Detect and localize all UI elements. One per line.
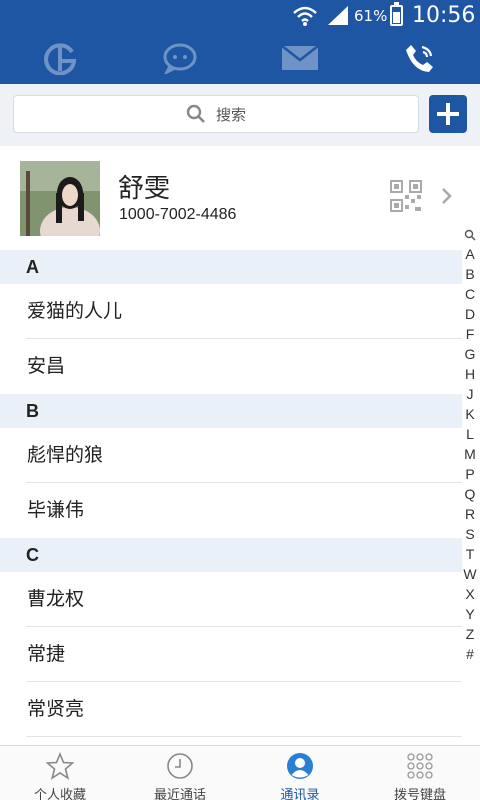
- alpha-index-letter[interactable]: T: [463, 544, 476, 564]
- clock-time: 10:56: [412, 3, 476, 28]
- tab-messages[interactable]: [120, 32, 240, 84]
- dialpad-icon: [407, 753, 433, 779]
- alpha-index-letter[interactable]: S: [463, 524, 476, 544]
- alpha-index-letter[interactable]: Z: [463, 624, 476, 644]
- chevron-right-icon: [442, 188, 452, 204]
- tab-g-app[interactable]: [0, 32, 120, 84]
- section-header-b: B: [0, 394, 462, 428]
- profile-number: 1000-7002-4486: [119, 206, 237, 223]
- chat-bubble-icon: [163, 43, 197, 74]
- alpha-index-letter[interactable]: F: [463, 324, 476, 344]
- contact-person-icon: [287, 753, 313, 779]
- alpha-index-letter[interactable]: R: [463, 504, 476, 524]
- status-bar: 61% 10:56: [0, 0, 480, 32]
- alpha-index-letter[interactable]: D: [463, 304, 476, 324]
- mail-icon: [281, 45, 319, 70]
- search-input[interactable]: 搜索: [13, 95, 419, 133]
- alpha-index-letter[interactable]: G: [463, 344, 476, 364]
- alpha-index-letter[interactable]: K: [463, 404, 476, 424]
- section-header-a: A: [0, 250, 462, 284]
- contact-item[interactable]: 毕谦伟: [0, 483, 462, 538]
- avatar: [20, 161, 100, 236]
- phone-icon: [406, 45, 433, 72]
- clock-icon: [167, 753, 193, 779]
- qr-code-icon[interactable]: [390, 180, 422, 212]
- nav-label: 通讯录: [280, 788, 320, 800]
- alpha-index-letter[interactable]: Y: [463, 604, 476, 624]
- battery-icon: [390, 2, 403, 26]
- section-header-c: C: [0, 538, 462, 572]
- bottom-nav: 个人收藏 最近通话 通讯录 拨号键盘: [0, 745, 480, 800]
- battery-percent: 61%: [354, 7, 388, 25]
- alpha-index-letter[interactable]: L: [463, 424, 476, 444]
- profile-name: 舒雯: [118, 174, 171, 204]
- tab-mail[interactable]: [240, 32, 360, 84]
- nav-dialpad[interactable]: 拨号键盘: [360, 746, 480, 800]
- search-placeholder: 搜索: [215, 105, 246, 124]
- nav-label: 个人收藏: [33, 788, 86, 800]
- alphabet-index[interactable]: A B C D F G H J K L M P Q R S T W X Y Z #: [460, 226, 480, 664]
- contact-item[interactable]: 常贤亮: [0, 682, 462, 737]
- star-icon: [46, 752, 74, 780]
- alpha-index-letter[interactable]: A: [463, 244, 476, 264]
- nav-favorites[interactable]: 个人收藏: [0, 746, 120, 800]
- alpha-index-letter[interactable]: C: [463, 284, 476, 304]
- alpha-index-letter[interactable]: W: [463, 564, 476, 584]
- my-profile-card[interactable]: 舒雯 1000-7002-4486: [0, 146, 480, 250]
- alpha-index-letter[interactable]: J: [463, 384, 476, 404]
- nav-label: 拨号键盘: [393, 788, 446, 800]
- nav-recent-calls[interactable]: 最近通话: [120, 746, 240, 800]
- search-icon: [186, 104, 205, 123]
- alpha-index-letter[interactable]: P: [463, 464, 476, 484]
- plus-icon: [437, 103, 459, 125]
- top-tab-bar: [0, 32, 480, 84]
- signal-icon: [328, 6, 348, 25]
- g-logo-icon: [44, 43, 77, 75]
- alpha-index-letter[interactable]: #: [463, 644, 476, 664]
- search-row: 搜索: [0, 84, 480, 146]
- wifi-icon: [293, 6, 317, 26]
- contact-item[interactable]: 常捷: [0, 627, 462, 682]
- alpha-index-letter[interactable]: X: [463, 584, 476, 604]
- contact-list: A 爱猫的人儿 安昌 B 彪悍的狼 毕谦伟 C 曹龙权 常捷 常贤亮: [0, 250, 462, 737]
- alpha-index-letter[interactable]: M: [463, 444, 476, 464]
- contact-item[interactable]: 曹龙权: [0, 572, 462, 627]
- contact-item[interactable]: 安昌: [0, 339, 462, 394]
- tab-phone[interactable]: [360, 32, 480, 84]
- nav-contacts[interactable]: 通讯录: [240, 746, 360, 800]
- search-icon[interactable]: [464, 229, 476, 241]
- contact-item[interactable]: 彪悍的狼: [0, 428, 462, 483]
- alpha-index-letter[interactable]: H: [463, 364, 476, 384]
- nav-label: 最近通话: [153, 788, 206, 800]
- alpha-index-letter[interactable]: Q: [463, 484, 476, 504]
- add-contact-button[interactable]: [429, 95, 467, 133]
- contact-item[interactable]: 爱猫的人儿: [0, 284, 462, 339]
- alpha-index-letter[interactable]: B: [463, 264, 476, 284]
